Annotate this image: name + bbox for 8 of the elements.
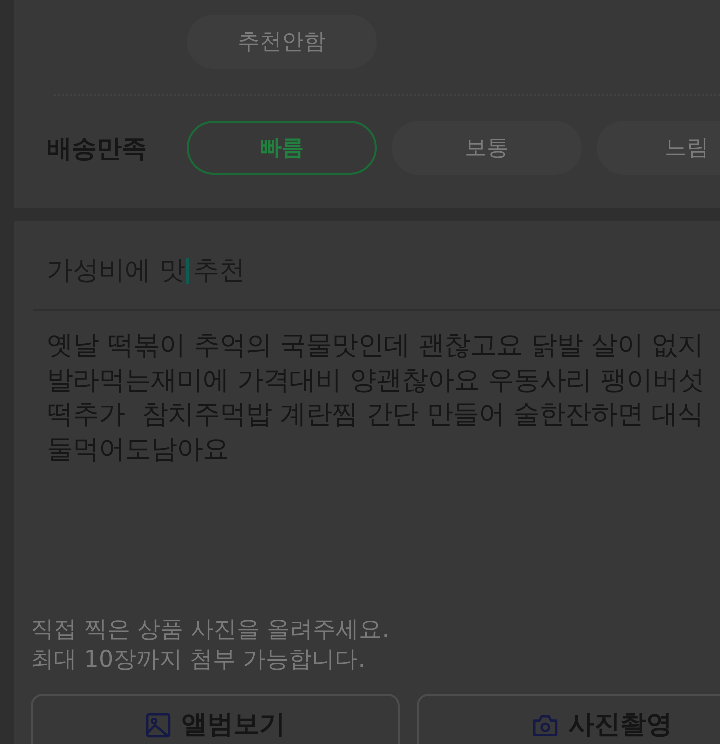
option-pill[interactable]: 느림: [597, 121, 720, 175]
camera-icon: [532, 713, 558, 738]
text-cursor: [186, 258, 190, 284]
option-pill[interactable]: 빠름: [187, 121, 377, 175]
image-icon: [146, 713, 170, 738]
photo-hint-text: 직접 찍은 상품 사진을 올려주세요. 최대 10장까지 첨부 가능합니다.: [31, 616, 391, 675]
option-pill[interactable]: 보통: [392, 121, 582, 175]
option-pill[interactable]: 추천안함: [187, 15, 377, 69]
